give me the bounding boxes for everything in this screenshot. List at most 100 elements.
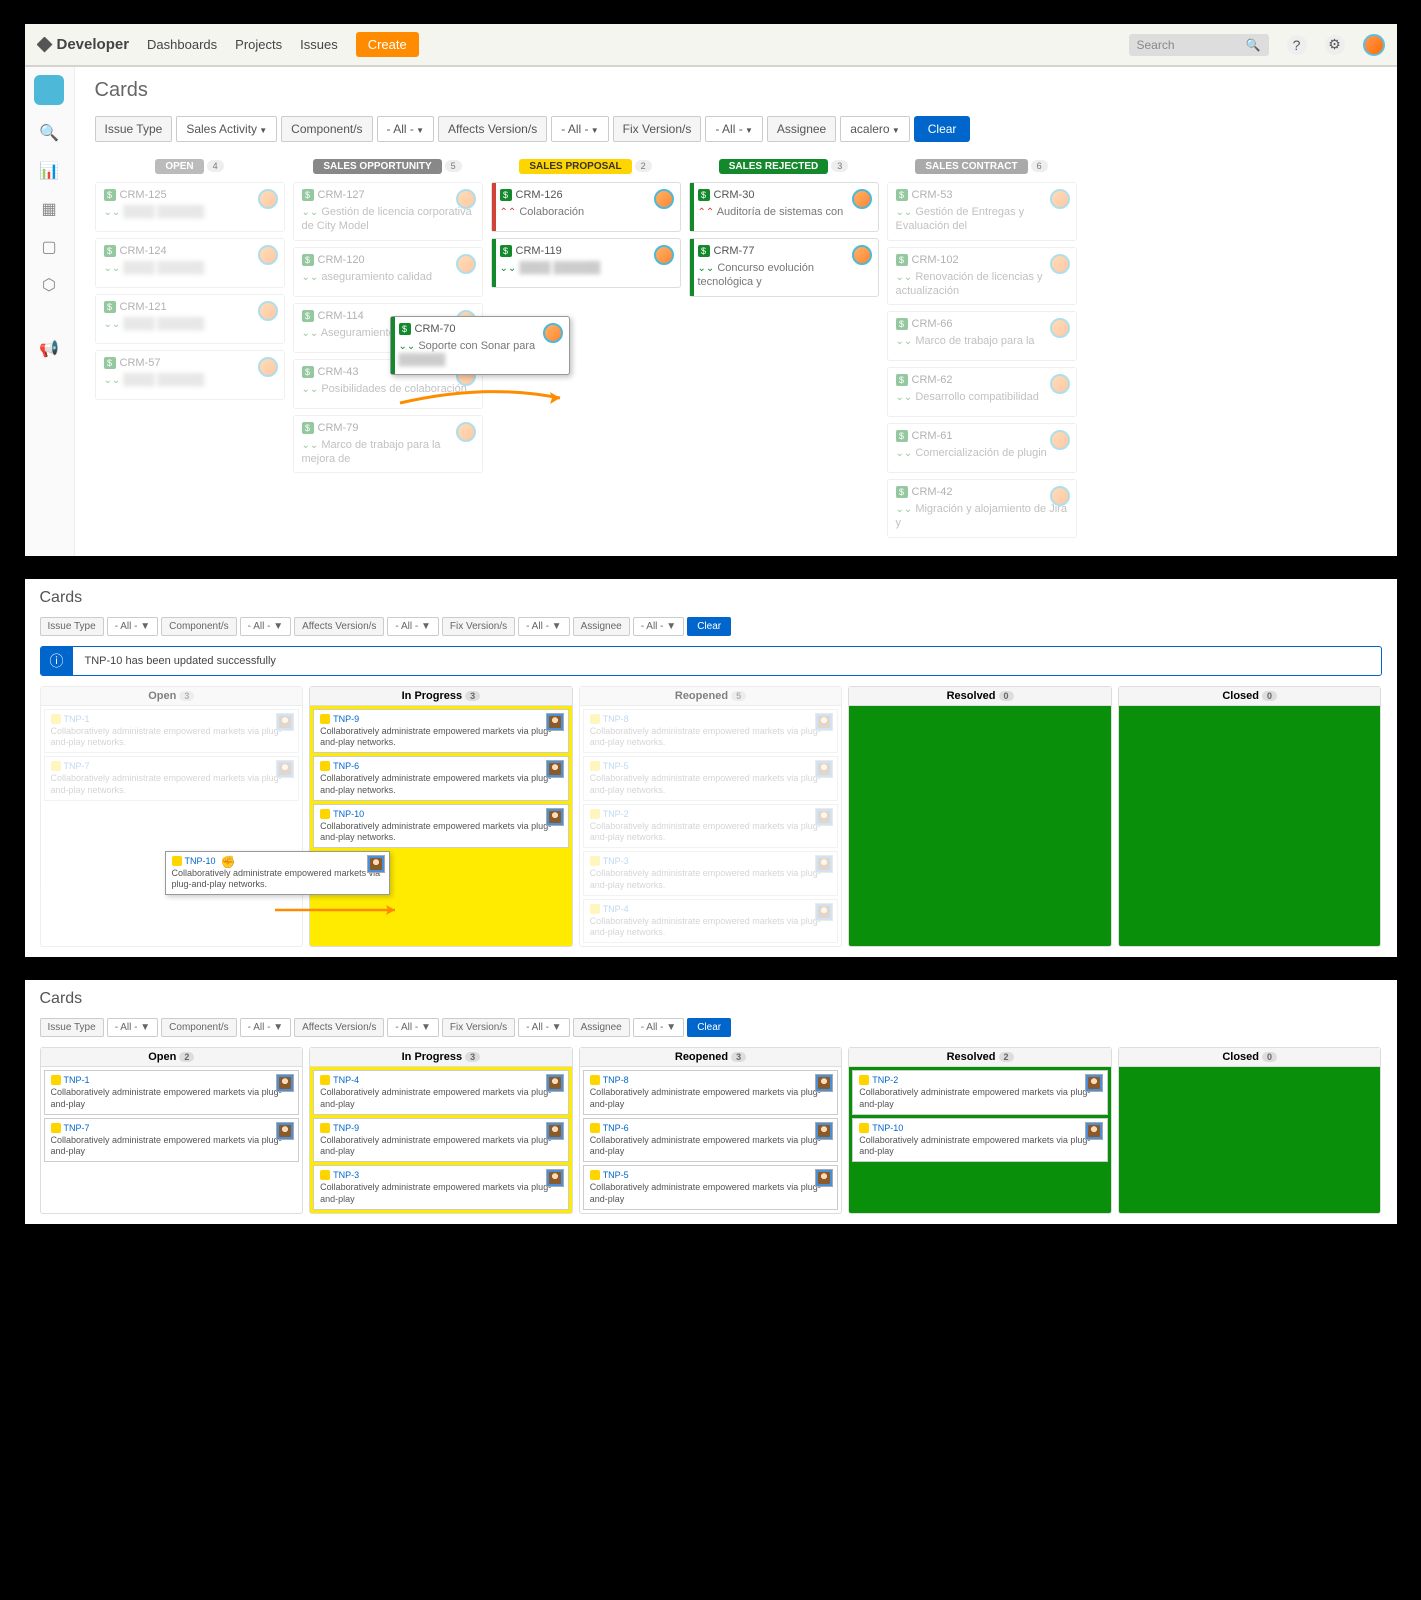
clear-button[interactable]: Clear bbox=[687, 617, 731, 636]
card-avatar bbox=[815, 855, 833, 873]
card[interactable]: $CRM-125⌄⌄ ████ ██████ bbox=[95, 182, 285, 232]
card[interactable]: $CRM-102⌄⌄ Renovación de licencias y act… bbox=[887, 247, 1077, 306]
card-avatar bbox=[258, 245, 278, 265]
card[interactable]: TNP-6Collaboratively administrate empowe… bbox=[583, 1118, 839, 1163]
filter-assignee[interactable]: acalero bbox=[840, 116, 910, 142]
card[interactable]: $CRM-127⌄⌄ Gestión de licencia corporati… bbox=[293, 182, 483, 241]
avatar[interactable] bbox=[1363, 34, 1385, 56]
page-title: Cards bbox=[40, 990, 1382, 1008]
column-resolved: Resolved2TNP-2Collaboratively administra… bbox=[848, 1047, 1112, 1214]
create-button[interactable]: Create bbox=[356, 32, 419, 57]
card[interactable]: $CRM-124⌄⌄ ████ ██████ bbox=[95, 238, 285, 288]
grid-icon[interactable]: ▦ bbox=[39, 199, 59, 219]
column-header: SALES CONTRACT6 bbox=[887, 158, 1077, 174]
card[interactable]: $CRM-121⌄⌄ ████ ██████ bbox=[95, 294, 285, 344]
card[interactable]: TNP-10Collaboratively administrate empow… bbox=[313, 804, 569, 849]
card[interactable]: TNP-8Collaboratively administrate empowe… bbox=[583, 1070, 839, 1115]
card[interactable]: $CRM-120⌄⌄ aseguramiento calidad bbox=[293, 247, 483, 297]
doc-icon[interactable]: ▢ bbox=[39, 237, 59, 257]
card[interactable]: TNP-1Collaboratively administrate empowe… bbox=[44, 709, 300, 754]
clear-button[interactable]: Clear bbox=[914, 116, 971, 142]
search-input[interactable]: Search🔍 bbox=[1129, 34, 1269, 56]
panel-2: Cards Issue Type- All - ▼ Component/s- A… bbox=[21, 575, 1401, 962]
filter-fix[interactable]: - All - bbox=[705, 116, 762, 142]
card[interactable]: $CRM-42⌄⌄ Migración y alojamiento de Jir… bbox=[887, 479, 1077, 538]
filter-fix-label: Fix Version/s bbox=[613, 116, 702, 142]
column-header: Open3 bbox=[41, 687, 303, 706]
logo[interactable]: Developer bbox=[37, 36, 130, 53]
card[interactable]: $CRM-126⌃⌃ Colaboración bbox=[491, 182, 681, 232]
filter-components[interactable]: - All - ▼ bbox=[240, 1018, 291, 1037]
card-avatar bbox=[815, 1074, 833, 1092]
card[interactable]: TNP-7Collaboratively administrate empowe… bbox=[44, 756, 300, 801]
card[interactable]: TNP-5Collaboratively administrate empowe… bbox=[583, 756, 839, 801]
filter-fix[interactable]: - All - ▼ bbox=[518, 617, 569, 636]
card[interactable]: TNP-2Collaboratively administrate empowe… bbox=[583, 804, 839, 849]
filter-assignee[interactable]: - All - ▼ bbox=[633, 617, 684, 636]
card-avatar bbox=[456, 189, 476, 209]
column-sc: SALES CONTRACT6 $CRM-53⌄⌄ Gestión de Entr… bbox=[887, 158, 1077, 544]
card[interactable]: TNP-8Collaboratively administrate empowe… bbox=[583, 709, 839, 754]
card[interactable]: TNP-4Collaboratively administrate empowe… bbox=[583, 899, 839, 944]
card[interactable]: TNP-10Collaboratively administrate empow… bbox=[852, 1118, 1108, 1163]
card[interactable]: $CRM-77⌄⌄ Concurso evolución tecnológica… bbox=[689, 238, 879, 297]
column-sr: SALES REJECTED3 $CRM-30⌃⌃ Auditoría de si… bbox=[689, 158, 879, 544]
column-header: Open2 bbox=[41, 1048, 303, 1067]
drag-card[interactable]: TNP-10 ✊ Collaboratively administrate em… bbox=[165, 851, 390, 896]
card[interactable]: $CRM-30⌃⌃ Auditoría de sistemas con bbox=[689, 182, 879, 232]
card-avatar bbox=[1085, 1074, 1103, 1092]
card-avatar bbox=[852, 245, 872, 265]
card-avatar bbox=[815, 713, 833, 731]
card[interactable]: $CRM-53⌄⌄ Gestión de Entregas y Evaluaci… bbox=[887, 182, 1077, 241]
card[interactable]: $CRM-66⌄⌄ Marco de trabajo para la bbox=[887, 311, 1077, 361]
card-avatar bbox=[1050, 318, 1070, 338]
filter-components[interactable]: - All - ▼ bbox=[240, 617, 291, 636]
filter-affects[interactable]: - All - ▼ bbox=[387, 1018, 438, 1037]
chart-icon[interactable]: 📊 bbox=[39, 161, 59, 181]
arrow-icon bbox=[270, 901, 410, 919]
page-title: Cards bbox=[95, 79, 1377, 102]
card[interactable]: $CRM-61⌄⌄ Comercialización de plugin bbox=[887, 423, 1077, 473]
settings-icon[interactable]: ⬡ bbox=[39, 275, 59, 295]
filter-issue-type[interactable]: - All - ▼ bbox=[107, 1018, 158, 1037]
card[interactable]: TNP-9Collaboratively administrate empowe… bbox=[313, 709, 569, 754]
card[interactable]: TNP-1Collaboratively administrate empowe… bbox=[44, 1070, 300, 1115]
filter-assignee[interactable]: - All - ▼ bbox=[633, 1018, 684, 1037]
filter-fix[interactable]: - All - ▼ bbox=[518, 1018, 569, 1037]
column-reopen: Reopened5TNP-8Collaboratively administra… bbox=[579, 686, 843, 948]
filter-affects[interactable]: - All - ▼ bbox=[387, 617, 438, 636]
search-icon[interactable]: 🔍 bbox=[39, 123, 59, 143]
card[interactable]: $CRM-62⌄⌄ Desarrollo compatibilidad bbox=[887, 367, 1077, 417]
card[interactable]: TNP-3Collaboratively administrate empowe… bbox=[583, 851, 839, 896]
filter-affects[interactable]: - All - bbox=[551, 116, 608, 142]
card[interactable]: TNP-5Collaboratively administrate empowe… bbox=[583, 1165, 839, 1210]
nav-dashboards[interactable]: Dashboards bbox=[147, 37, 217, 52]
card[interactable]: TNP-9Collaboratively administrate empowe… bbox=[313, 1118, 569, 1163]
nav-issues[interactable]: Issues bbox=[300, 37, 338, 52]
card-avatar bbox=[546, 713, 564, 731]
filter-components[interactable]: - All - bbox=[377, 116, 434, 142]
column-open: Open3 TNP-1Collaboratively administrate e… bbox=[40, 686, 304, 948]
filter-issue-type[interactable]: - All - ▼ bbox=[107, 617, 158, 636]
card[interactable]: $CRM-79⌄⌄ Marco de trabajo para la mejor… bbox=[293, 415, 483, 474]
card[interactable]: TNP-7Collaboratively administrate empowe… bbox=[44, 1118, 300, 1163]
column-resolved: Resolved0 bbox=[848, 686, 1112, 948]
clear-button[interactable]: Clear bbox=[687, 1018, 731, 1037]
card-avatar bbox=[815, 1169, 833, 1187]
card[interactable]: TNP-2Collaboratively administrate empowe… bbox=[852, 1070, 1108, 1115]
help-icon[interactable]: ? bbox=[1287, 35, 1307, 55]
card[interactable]: TNP-4Collaboratively administrate empowe… bbox=[313, 1070, 569, 1115]
card[interactable]: TNP-3Collaboratively administrate empowe… bbox=[313, 1165, 569, 1210]
drag-card[interactable]: $CRM-70 ⌄⌄ Soporte con Sonar para ██████ bbox=[390, 316, 570, 375]
column-header: SALES REJECTED3 bbox=[689, 158, 879, 174]
sidebar: 🔍 📊 ▦ ▢ ⬡ 📢 bbox=[25, 67, 75, 556]
project-avatar-icon[interactable] bbox=[34, 75, 64, 105]
megaphone-icon[interactable]: 📢 bbox=[39, 339, 59, 359]
gear-icon[interactable]: ⚙ bbox=[1325, 35, 1345, 55]
card[interactable]: $CRM-119⌄⌄ ████ ██████ bbox=[491, 238, 681, 288]
card[interactable]: $CRM-57⌄⌄ ████ ██████ bbox=[95, 350, 285, 400]
card[interactable]: TNP-6Collaboratively administrate empowe… bbox=[313, 756, 569, 801]
nav-projects[interactable]: Projects bbox=[235, 37, 282, 52]
filter-issue-type[interactable]: Sales Activity bbox=[176, 116, 277, 142]
filter-issue-type-label: Issue Type bbox=[95, 116, 173, 142]
